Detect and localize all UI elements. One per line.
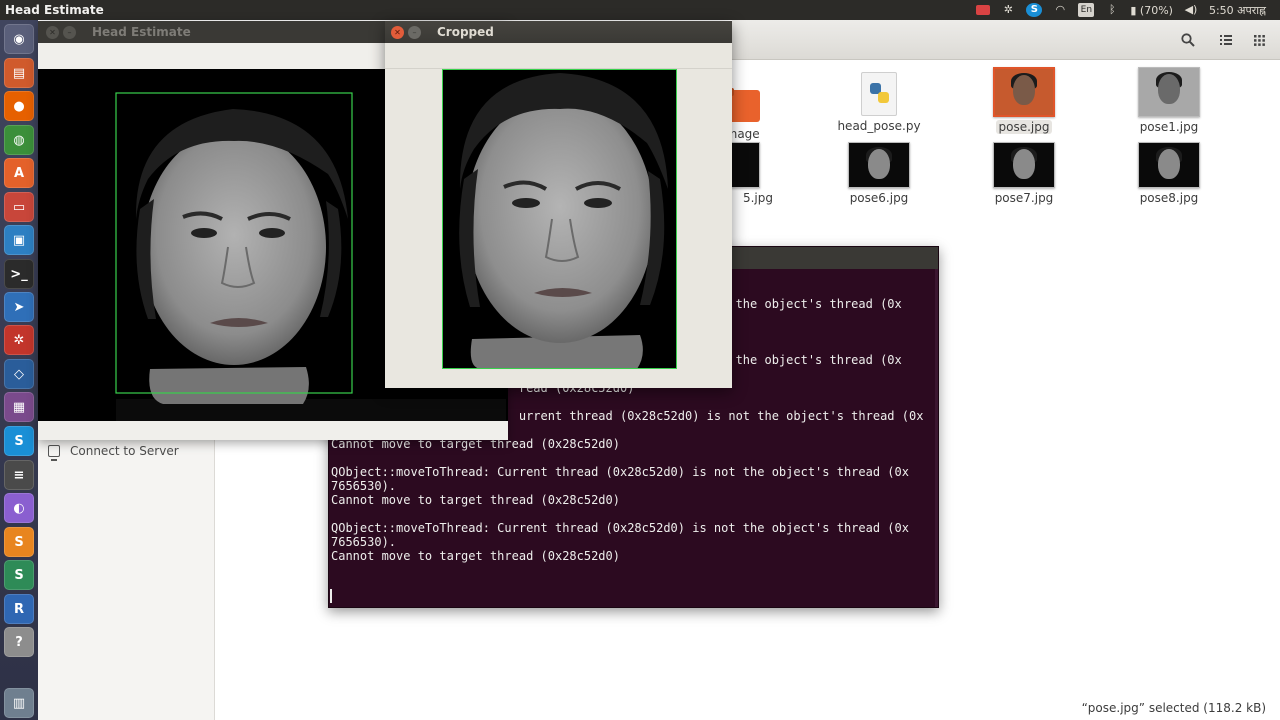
- grid-view-icon[interactable]: [1247, 28, 1271, 52]
- top-panel: Head Estimate ✲ S ◠ En ᛒ ▮ (70%) ◀) 5:50…: [0, 0, 1280, 20]
- skype-icon[interactable]: S: [4, 426, 34, 456]
- window-title: Cropped: [437, 25, 494, 39]
- settings-icon[interactable]: ✲: [1000, 3, 1016, 17]
- search-icon[interactable]: [1176, 28, 1200, 52]
- connect-to-server-label: Connect to Server: [70, 444, 179, 458]
- selection-status: “pose.jpg” selected (118.2 kB): [1081, 701, 1266, 715]
- file-manager-sidebar: Connect to Server: [38, 420, 215, 720]
- virtualbox-icon[interactable]: ◇: [4, 359, 34, 389]
- close-icon[interactable]: ✕: [391, 25, 404, 39]
- image-thumbnail: [730, 142, 760, 188]
- minimize-icon[interactable]: –: [408, 25, 421, 39]
- file-manager-toolbar: [732, 20, 1280, 60]
- window-title: Head Estimate: [92, 25, 191, 39]
- image-thumbnail: [1138, 67, 1200, 117]
- battery-icon: ▮: [1130, 3, 1137, 17]
- cropped-titlebar[interactable]: ✕ – Cropped: [385, 21, 732, 43]
- file-item-pose[interactable]: pose.jpg: [969, 67, 1079, 134]
- firefox-icon[interactable]: ●: [4, 91, 34, 121]
- active-app-title: Head Estimate: [5, 3, 104, 17]
- cropped-face-image: [442, 69, 677, 369]
- file-name: pose8.jpg: [1139, 191, 1199, 205]
- sheet-icon[interactable]: S: [4, 560, 34, 590]
- file-name: pose6.jpg: [849, 191, 909, 205]
- browser-icon[interactable]: ➤: [4, 292, 34, 322]
- file-name: head_pose.py: [837, 119, 921, 133]
- screenshot-icon[interactable]: ▦: [4, 392, 34, 422]
- battery-percent: (70%): [1139, 3, 1173, 17]
- chrome-icon[interactable]: ◍: [4, 125, 34, 155]
- battery-indicator[interactable]: ▮ (70%): [1130, 4, 1173, 17]
- camera-icon[interactable]: [976, 5, 991, 15]
- system-tray: ✲ S ◠ En ᛒ ▮ (70%) ◀) 5:50 अपराह्न: [976, 3, 1280, 18]
- cropped-image: [442, 69, 677, 369]
- wifi-icon[interactable]: ◠: [1052, 3, 1068, 17]
- terminal-line: QObject::moveToThread: Current thread (0…: [331, 521, 909, 535]
- file-item-python[interactable]: head_pose.py: [824, 72, 934, 133]
- terminal-line: QObject::moveToThread: Current thread (0…: [331, 465, 909, 479]
- list-view-icon[interactable]: [1214, 28, 1238, 52]
- help-icon[interactable]: ?: [4, 627, 34, 657]
- launcher: ◉ ▤ ● ◍ A ▭ ▣ >_ ➤ ✲ ◇ ▦ S ≡ ◐ S S R? ▥: [0, 20, 38, 720]
- terminal-line: 7656530).: [331, 479, 397, 493]
- file-item-pose7[interactable]: pose7.jpg: [969, 142, 1079, 205]
- server-icon: [48, 445, 60, 461]
- terminal-line: Cannot move to target thread (0x28c52d0): [331, 493, 620, 507]
- dash-icon[interactable]: ◉: [4, 24, 34, 54]
- file-item-pose6[interactable]: pose6.jpg: [824, 142, 934, 205]
- image-thumbnail: [993, 67, 1055, 117]
- sublime-icon[interactable]: S: [4, 527, 34, 557]
- file-name: pose.jpg: [995, 120, 1053, 134]
- file-manager-icon[interactable]: ▭: [4, 192, 34, 222]
- image-thumbnail: [1138, 142, 1200, 188]
- software-center-icon[interactable]: A: [4, 158, 34, 188]
- file-item-pose1[interactable]: pose1.jpg: [1114, 67, 1224, 134]
- circle-app-icon[interactable]: ◐: [4, 493, 34, 523]
- skype-icon[interactable]: S: [1026, 3, 1043, 17]
- terminal-cursor: [330, 589, 332, 603]
- volume-icon[interactable]: ◀): [1183, 3, 1199, 17]
- system-settings-icon[interactable]: ✲: [4, 325, 34, 355]
- terminal-scrollbar[interactable]: [935, 269, 938, 607]
- image-thumbnail: [848, 142, 910, 188]
- cropped-window[interactable]: ✕ – Cropped: [385, 21, 732, 388]
- layers-icon[interactable]: ≡: [4, 460, 34, 490]
- terminal-line: Cannot move to target thread (0x28c52d0): [331, 549, 620, 563]
- clock[interactable]: 5:50 अपराह्न: [1209, 3, 1266, 18]
- terminal-line: 7656530).: [331, 535, 397, 549]
- file-item-pose8[interactable]: pose8.jpg: [1114, 142, 1224, 205]
- minimize-icon[interactable]: –: [63, 25, 76, 39]
- libreoffice-icon[interactable]: ▣: [4, 225, 34, 255]
- python-file-icon: [861, 72, 897, 116]
- close-icon[interactable]: ✕: [46, 25, 59, 39]
- text-editor-icon[interactable]: ▤: [4, 58, 34, 88]
- file-name: pose1.jpg: [1139, 120, 1199, 134]
- r-icon[interactable]: R: [4, 594, 34, 624]
- image-thumbnail: [993, 142, 1055, 188]
- bluetooth-icon[interactable]: ᛒ: [1104, 3, 1120, 17]
- keyboard-icon[interactable]: En: [1078, 3, 1095, 17]
- terminal-icon[interactable]: >_: [4, 259, 34, 289]
- connect-to-server[interactable]: Connect to Server: [48, 444, 179, 461]
- file-name: pose7.jpg: [994, 191, 1054, 205]
- trash-icon[interactable]: ▥: [4, 688, 34, 718]
